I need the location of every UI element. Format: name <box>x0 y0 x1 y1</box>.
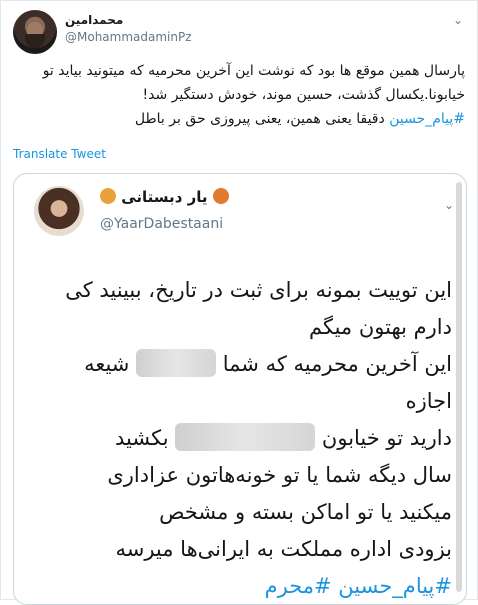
chevron-down-icon[interactable]: ⌄ <box>453 13 463 27</box>
smiling-face-icon <box>100 188 116 204</box>
quoted-line: دارم بهتون میگم <box>309 315 452 339</box>
quoted-line: این توییت بمونه برای ثبت در تاریخ، ببینی… <box>65 278 452 302</box>
hashtag-link[interactable]: #پیام_حسین <box>389 111 465 127</box>
quoted-line-part: این آخرین محرمیه که شما <box>222 352 452 376</box>
quoted-line: این آخرین محرمیه که شما شیعه اجازه <box>34 346 452 420</box>
quoted-line: دارید تو خیابون بکشید <box>34 420 452 457</box>
quoted-tweet-image[interactable]: یار دبستانی @YaarDabestaani ⌄ این توییت … <box>13 173 467 605</box>
quoted-line: سال دیگه شما یا تو خونه‌هاتون عزاداری <box>107 463 452 487</box>
blurred-redaction <box>175 423 316 451</box>
quoted-hashtags[interactable]: #پیام_حسین #محرم <box>34 568 452 604</box>
author-avatar[interactable] <box>13 10 57 54</box>
translate-tweet-link[interactable]: Translate Tweet <box>13 147 106 161</box>
quoted-line: بزودی اداره مملکت به ایرانی‌ها میرسه <box>115 537 452 561</box>
quoted-line-part: بکشید <box>115 426 169 450</box>
author-handle[interactable]: @MohammadaminPz <box>65 30 192 44</box>
tweet-text-tail: دقیقا یعنی همین، یعنی پیروزی حق بر باطل <box>134 111 385 127</box>
tweet-text: پارسال همین موقع ها بود که نوشت این آخری… <box>13 59 465 131</box>
blurred-redaction <box>136 349 217 377</box>
quoted-author-handle[interactable]: @YaarDabestaani <box>100 216 223 232</box>
quoted-author-avatar[interactable] <box>34 186 84 236</box>
tweet-text-main: پارسال همین موقع ها بود که نوشت این آخری… <box>42 63 465 103</box>
author-name[interactable]: محمدامین <box>65 13 123 27</box>
quoted-author-name[interactable]: یار دبستانی <box>100 188 229 206</box>
quoted-tweet-text: این توییت بمونه برای ثبت در تاریخ، ببینی… <box>34 272 452 604</box>
scrollbar[interactable] <box>456 182 462 592</box>
chevron-down-icon[interactable]: ⌄ <box>444 198 454 212</box>
avatar-beard <box>25 34 45 48</box>
quoted-author-name-text: یار دبستانی <box>121 188 208 206</box>
quoted-line-part: دارید تو خیابون <box>321 426 452 450</box>
lion-face-icon <box>212 188 229 204</box>
quoted-line: میکنید یا تو اماکن بسته و مشخص <box>159 500 452 524</box>
tweet-card: محمدامین @MohammadaminPz ⌄ پارسال همین م… <box>0 0 478 605</box>
